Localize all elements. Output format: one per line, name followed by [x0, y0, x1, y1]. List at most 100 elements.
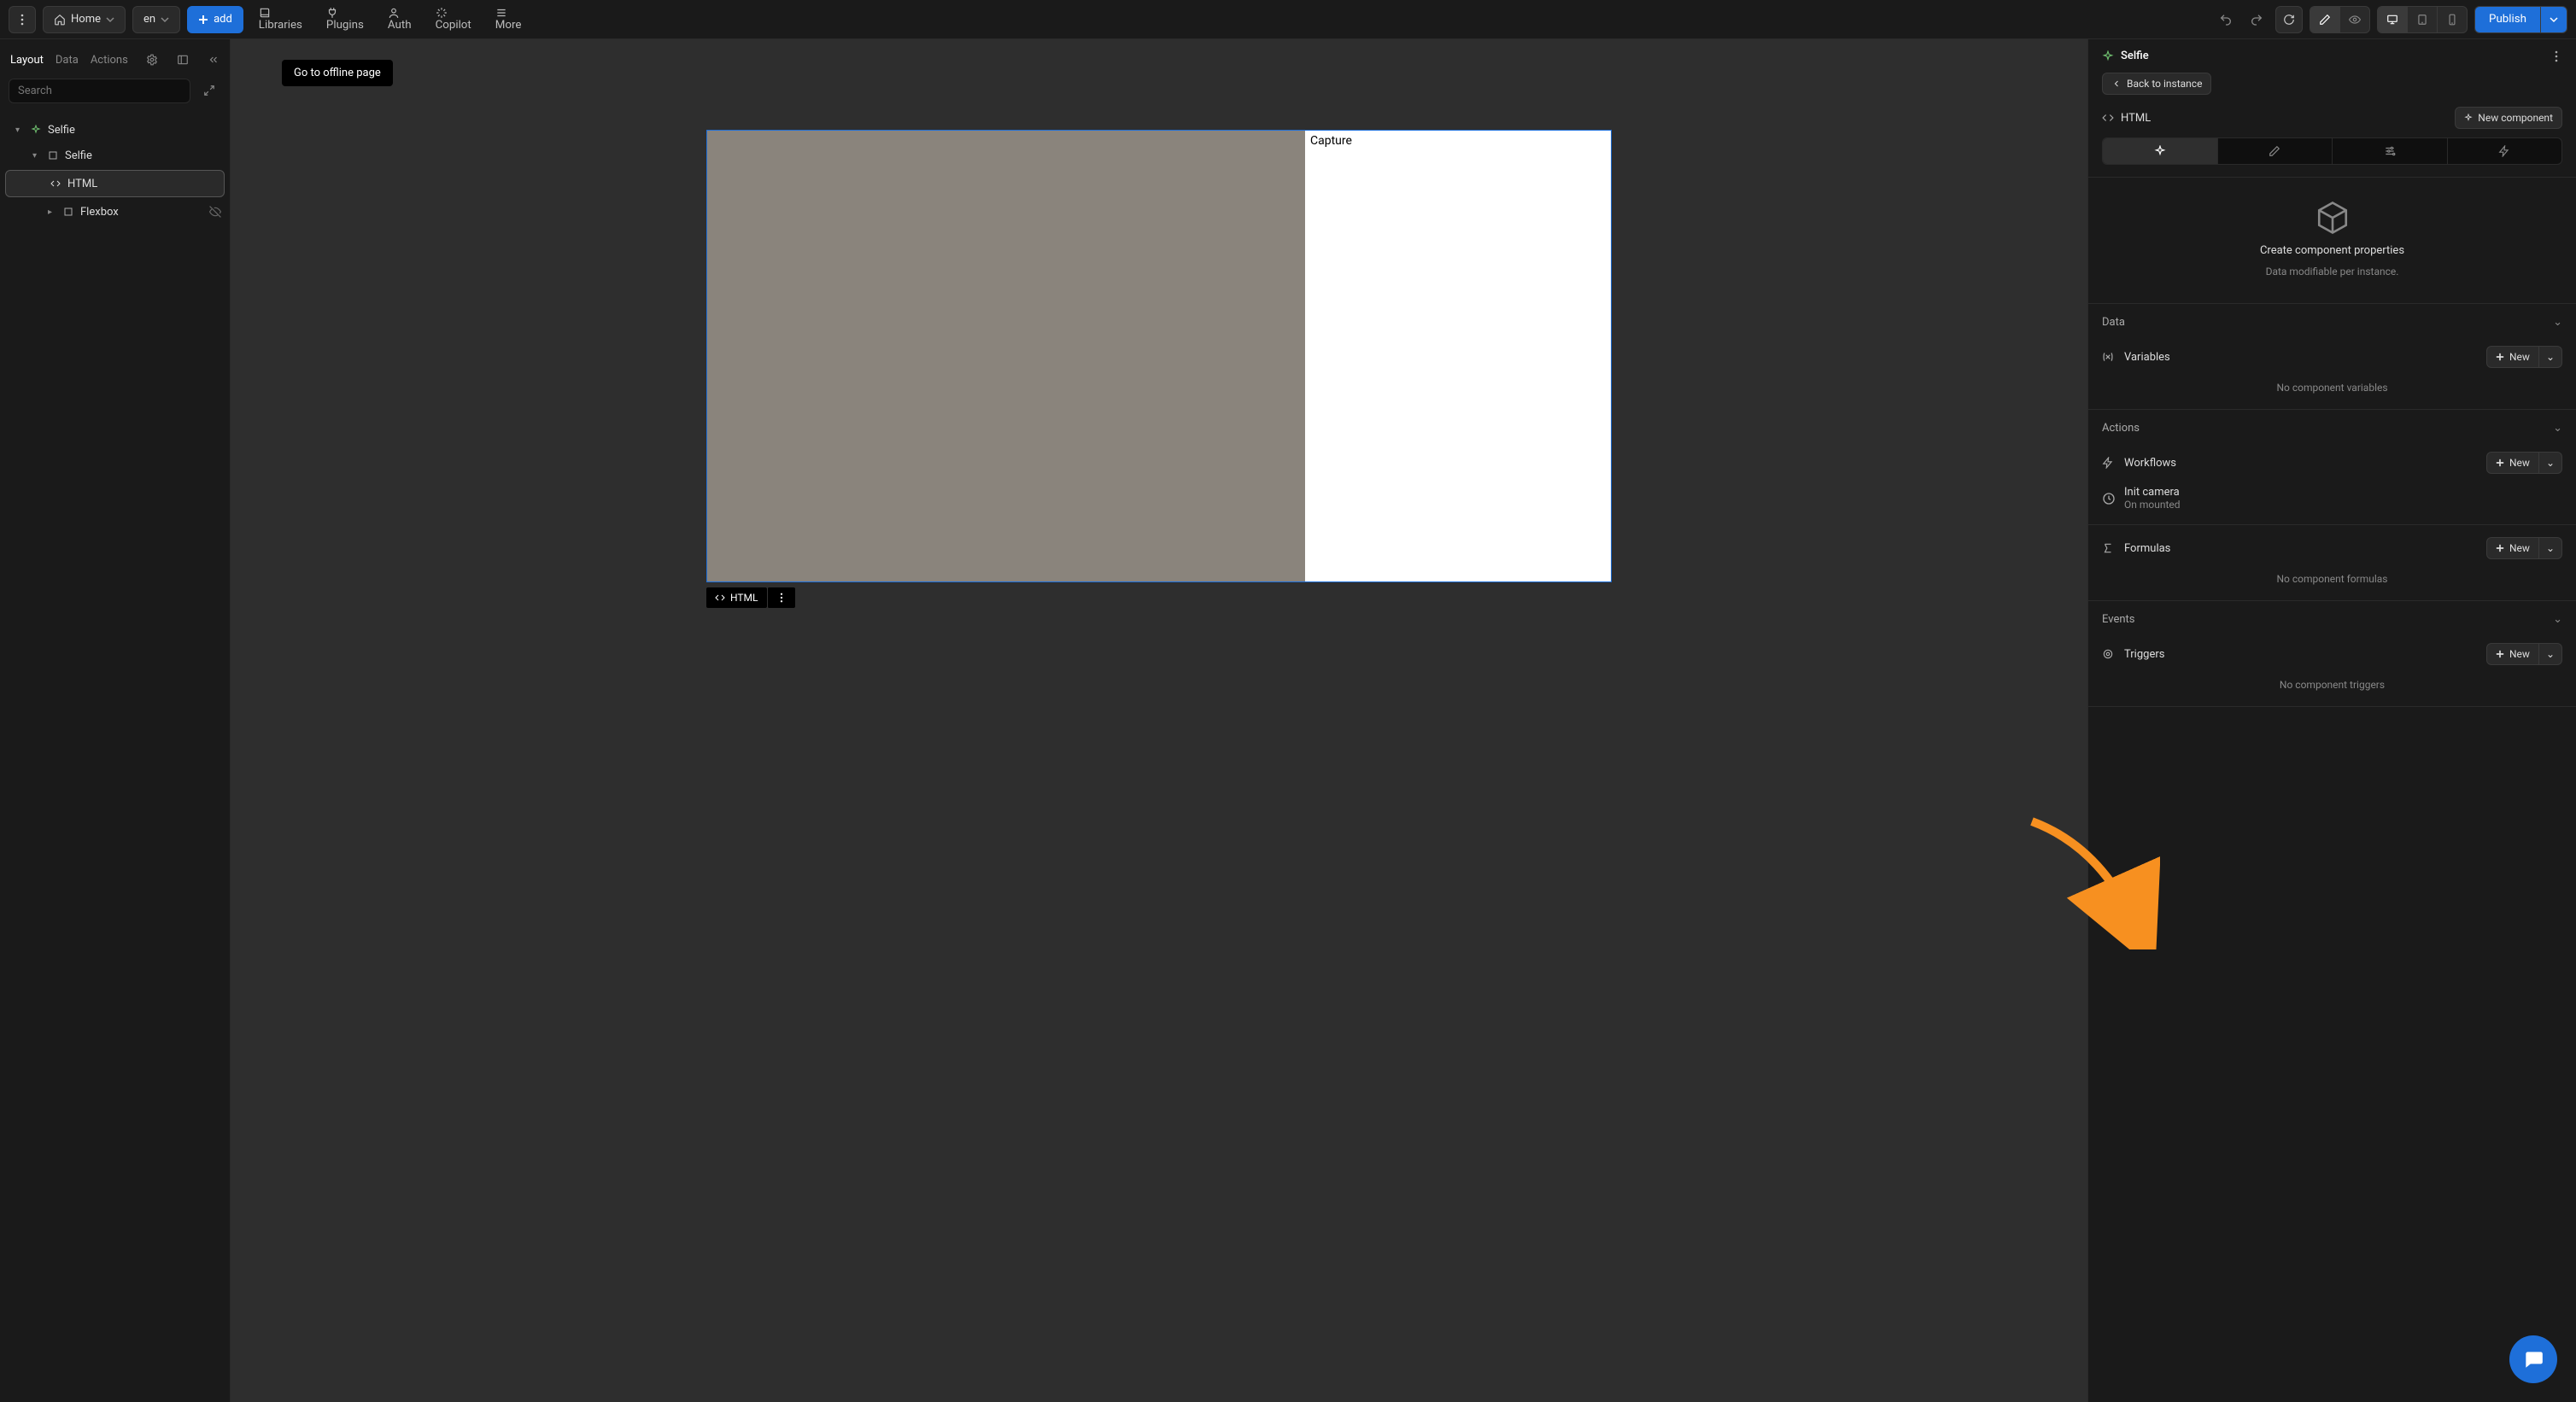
- new-workflow-dropdown[interactable]: ⌄: [2539, 452, 2562, 474]
- home-label: Home: [71, 13, 101, 26]
- sliders-icon: [2384, 145, 2396, 157]
- variables-empty: No component variables: [2088, 373, 2576, 409]
- tab-actions[interactable]: Actions: [91, 54, 128, 67]
- html-element[interactable]: Capture: [706, 130, 1612, 582]
- new-variable-dropdown[interactable]: ⌄: [2539, 346, 2562, 368]
- new-formula-button[interactable]: New: [2486, 537, 2539, 559]
- back-label: Back to instance: [2127, 78, 2202, 90]
- sparkle-icon: [2102, 50, 2114, 62]
- new-label: New: [2509, 457, 2530, 469]
- inspector-tab-actions[interactable]: [2447, 138, 2562, 164]
- new-workflow-button[interactable]: New: [2486, 452, 2539, 474]
- chat-icon: [2522, 1348, 2544, 1370]
- publish-dropdown[interactable]: [2540, 7, 2567, 32]
- back-to-instance-button[interactable]: Back to instance: [2102, 73, 2211, 95]
- undo-button[interactable]: [2214, 8, 2238, 32]
- workflow-item[interactable]: Init camera On mounted: [2088, 479, 2576, 524]
- expand-button[interactable]: [197, 79, 221, 102]
- offline-page-pill[interactable]: Go to offline page: [282, 60, 393, 86]
- variables-label: Variables: [2124, 351, 2170, 364]
- capture-label[interactable]: Capture: [1310, 134, 1352, 148]
- selection-menu-button[interactable]: [767, 587, 795, 608]
- desktop-button[interactable]: [2378, 7, 2407, 32]
- inspector-tab-style[interactable]: [2217, 138, 2333, 164]
- tab-data[interactable]: Data: [56, 54, 79, 67]
- new-component-button[interactable]: New component: [2455, 107, 2562, 129]
- workflow-sub: On mounted: [2124, 499, 2181, 511]
- viewport-toggle: [2377, 6, 2468, 33]
- publish-button[interactable]: Publish: [2475, 7, 2540, 32]
- mobile-button[interactable]: [2437, 7, 2467, 32]
- section-data-header[interactable]: Data ⌄: [2088, 304, 2576, 341]
- new-component-label: New component: [2478, 112, 2553, 124]
- panel-icon-button[interactable]: [171, 48, 195, 72]
- workflow-icon: [2102, 492, 2116, 505]
- tree-item-root[interactable]: ▾ Selfie: [0, 117, 230, 143]
- tablet-button[interactable]: [2407, 7, 2437, 32]
- dots-vertical-icon: [2550, 50, 2562, 62]
- libraries-label: Libraries: [259, 19, 302, 32]
- section-events-header[interactable]: Events ⌄: [2088, 601, 2576, 638]
- tree-label: Selfie: [65, 149, 221, 162]
- workflow-title: Init camera: [2124, 486, 2181, 499]
- new-formula-dropdown[interactable]: ⌄: [2539, 537, 2562, 559]
- sparkle-icon: [2154, 145, 2166, 157]
- publish-group: Publish: [2474, 6, 2567, 33]
- formulas-label: Formulas: [2124, 542, 2170, 555]
- section-events-label: Events: [2102, 613, 2134, 626]
- edit-mode-button[interactable]: [2310, 7, 2339, 32]
- tree-item-flexbox[interactable]: ▸ Flexbox: [0, 199, 230, 225]
- tab-layout[interactable]: Layout: [10, 54, 44, 67]
- lang-dropdown[interactable]: en: [132, 6, 180, 33]
- more-button[interactable]: More: [487, 2, 530, 37]
- new-trigger-dropdown[interactable]: ⌄: [2539, 643, 2562, 665]
- plug-icon: [326, 7, 338, 19]
- props-empty-sub: Data modifiable per instance.: [2266, 266, 2399, 277]
- pencil-icon: [2269, 145, 2280, 157]
- sparkle-icon: [436, 7, 448, 19]
- settings-icon-button[interactable]: [140, 48, 164, 72]
- formula-icon: [2102, 542, 2117, 554]
- new-trigger-button[interactable]: New: [2486, 643, 2539, 665]
- inspector-tab-settings[interactable]: [2332, 138, 2447, 164]
- tree-label: HTML: [67, 178, 215, 190]
- new-label: New: [2509, 542, 2530, 554]
- section-actions-label: Actions: [2102, 422, 2140, 435]
- refresh-button[interactable]: [2275, 6, 2303, 33]
- help-fab[interactable]: [2509, 1335, 2557, 1383]
- libraries-button[interactable]: Libraries: [250, 2, 311, 37]
- menu-button[interactable]: [9, 6, 36, 33]
- section-actions-header[interactable]: Actions ⌄: [2088, 410, 2576, 447]
- add-button[interactable]: add: [187, 6, 243, 33]
- component-menu-button[interactable]: [2550, 50, 2562, 62]
- selection-chip[interactable]: HTML: [706, 587, 767, 608]
- search-input[interactable]: [9, 79, 190, 103]
- new-variable-button[interactable]: New: [2486, 346, 2539, 368]
- hidden-icon[interactable]: [209, 206, 221, 218]
- inspector-tab-sparkle[interactable]: [2103, 138, 2217, 164]
- variable-icon: [2102, 351, 2117, 363]
- preview-mode-button[interactable]: [2339, 7, 2369, 32]
- code-icon: [2102, 112, 2114, 124]
- chevron-down-icon: ⌄: [2553, 316, 2562, 329]
- redo-button[interactable]: [2245, 8, 2269, 32]
- tree-item-html[interactable]: HTML: [5, 170, 225, 197]
- copilot-button[interactable]: Copilot: [427, 2, 480, 37]
- tree-item-selfie[interactable]: ▾ Selfie: [0, 143, 230, 168]
- right-panel: Selfie Back to instance HTML New compone…: [2087, 39, 2576, 1402]
- auth-label: Auth: [388, 19, 412, 32]
- plugins-button[interactable]: Plugins: [318, 2, 372, 37]
- plus-icon: [198, 15, 208, 25]
- home-icon: [54, 14, 66, 26]
- bolt-icon: [2498, 145, 2510, 157]
- home-dropdown[interactable]: Home: [43, 6, 126, 33]
- auth-button[interactable]: Auth: [379, 2, 420, 37]
- plus-icon: [2496, 353, 2504, 361]
- panel-icon: [177, 54, 189, 66]
- capture-area: Capture: [1305, 131, 1611, 581]
- collapse-panel-button[interactable]: [202, 48, 225, 72]
- canvas[interactable]: Go to offline page Capture HTML: [231, 39, 2087, 1402]
- component-name: Selfie: [2121, 50, 2149, 62]
- selection-chip-label: HTML: [730, 592, 758, 604]
- dots-vertical-icon: [776, 593, 787, 603]
